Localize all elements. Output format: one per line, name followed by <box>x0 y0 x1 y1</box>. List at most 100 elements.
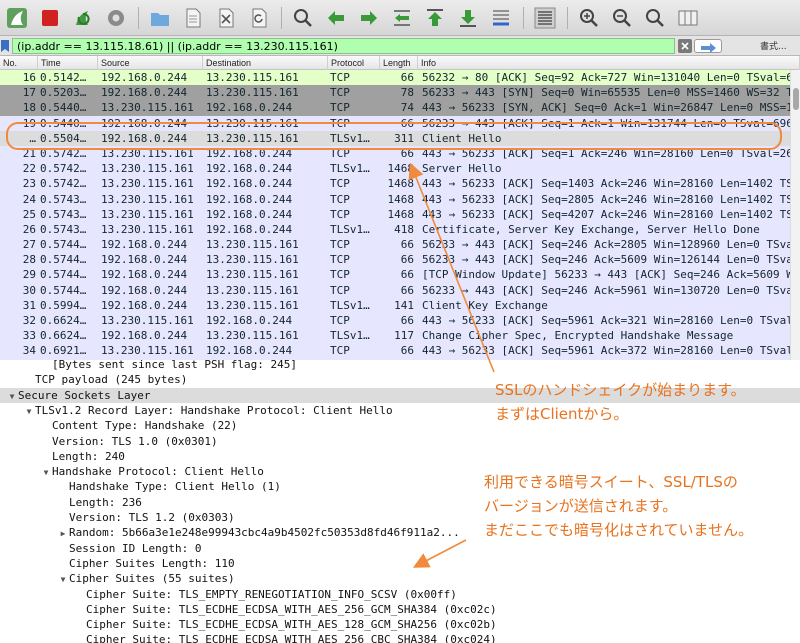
packet-cell-info: 56232 → 80 [ACK] Seq=92 Ack=727 Win=1310… <box>422 71 790 84</box>
packet-cell-info: Server Hello <box>422 162 502 176</box>
detail-line[interactable]: Cipher Suite: TLS_ECDHE_ECDSA_WITH_AES_1… <box>0 617 497 632</box>
detail-line[interactable]: Session ID Length: 0 <box>0 541 201 556</box>
column-header-info[interactable]: Info <box>418 56 800 70</box>
detail-line[interactable]: Cipher Suites Length: 110 <box>0 556 235 571</box>
resize-columns-icon[interactable] <box>675 5 701 31</box>
first-packet-icon[interactable] <box>422 5 448 31</box>
reload-icon[interactable] <box>246 5 272 31</box>
packet-row[interactable]: 27 0.5744… 192.168.0.244 13.230.115.161 TCP 6… <box>0 237 790 253</box>
detail-text: Length: 240 <box>52 449 125 463</box>
packet-row[interactable]: 34 0.6921… 13.230.115.161 192.168.0.244 TCP 6… <box>0 343 790 359</box>
packet-row[interactable]: 30 0.5744… 192.168.0.244 13.230.115.161 TCP 6… <box>0 282 790 298</box>
detail-line[interactable]: Cipher Suite: TLS_ECDHE_ECDSA_WITH_AES_2… <box>0 602 497 617</box>
toolbar-separator <box>523 6 524 29</box>
detail-line[interactable]: Version: TLS 1.0 (0x0301) <box>0 434 218 449</box>
detail-text: Handshake Type: Client Hello (1) <box>69 480 281 494</box>
detail-text: Cipher Suite: TLS_ECDHE_ECDSA_WITH_AES_2… <box>86 633 497 643</box>
go-back-icon[interactable] <box>323 5 349 31</box>
column-header-time[interactable]: Time <box>38 56 98 70</box>
expand-triangle-icon[interactable]: ▼ <box>23 404 35 419</box>
column-header-destination[interactable]: Destination <box>203 56 328 70</box>
detail-line[interactable]: Content Type: Handshake (22) <box>0 418 237 433</box>
stop-icon[interactable] <box>37 5 63 31</box>
packet-cell-src: 192.168.0.244 <box>101 253 188 267</box>
packet-cell-proto: TCP <box>330 253 350 267</box>
expression-button[interactable]: 書式... <box>760 39 787 52</box>
packet-row[interactable]: 17 0.5203… 192.168.0.244 13.230.115.161 TCP 7… <box>0 85 790 101</box>
packet-cell-info: 443 → 56233 [ACK] Seq=2805 Ack=246 Win=2… <box>422 192 790 206</box>
go-forward-icon[interactable] <box>356 5 382 31</box>
packet-row[interactable]: 25 0.5743… 13.230.115.161 192.168.0.244 TCP 1… <box>0 206 790 222</box>
capture-options-icon[interactable] <box>103 5 129 31</box>
packet-list: No. Time Source Destination Protocol Len… <box>0 56 800 360</box>
open-folder-icon[interactable] <box>147 5 173 31</box>
packet-row[interactable]: 31 0.5994… 192.168.0.244 13.230.115.161 TLSv… <box>0 297 790 313</box>
expand-triangle-icon[interactable]: ▼ <box>6 389 18 404</box>
detail-line[interactable]: [Bytes sent since last PSH flag: 245] <box>0 360 297 372</box>
packet-row[interactable]: 29 0.5744… 192.168.0.244 13.230.115.161 TCP 6… <box>0 267 790 283</box>
expand-triangle-icon[interactable]: ▼ <box>40 465 52 480</box>
packet-cell-src: 13.230.115.161 <box>101 314 194 327</box>
packet-row[interactable]: 16 0.5142… 192.168.0.244 13.230.115.161 TCP 6… <box>0 70 790 86</box>
detail-line[interactable]: ▼ TLSv1.2 Record Layer: Handshake Protoco… <box>0 403 393 418</box>
packet-row[interactable]: 32 0.6624… 13.230.115.161 192.168.0.244 TCP 6… <box>0 313 790 329</box>
detail-text: Cipher Suite: TLS_ECDHE_ECDSA_WITH_AES_2… <box>86 602 497 616</box>
last-packet-icon[interactable] <box>455 5 481 31</box>
open-file-icon[interactable] <box>180 5 206 31</box>
detail-line[interactable]: Version: TLS 1.2 (0x0303) <box>0 510 235 525</box>
detail-line[interactable]: TCP payload (245 bytes) <box>0 372 187 387</box>
scrollbar-thumb[interactable] <box>793 88 799 110</box>
restart-icon[interactable] <box>70 5 96 31</box>
zoom-out-icon[interactable] <box>609 5 635 31</box>
detail-text: Length: 236 <box>69 495 142 509</box>
expand-triangle-icon[interactable]: ▶ <box>57 526 69 541</box>
detail-line[interactable]: ▼ Handshake Protocol: Client Hello <box>0 464 264 479</box>
expand-triangle-icon[interactable]: ▼ <box>57 572 69 587</box>
packet-row[interactable]: 23 0.5742… 13.230.115.161 192.168.0.244 TCP 1… <box>0 176 790 192</box>
detail-text: Cipher Suites Length: 110 <box>69 556 235 570</box>
packet-cell-src: 192.168.0.244 <box>101 86 188 100</box>
packet-list-scrollbar[interactable] <box>790 70 800 360</box>
packet-row[interactable]: 28 0.5744… 192.168.0.244 13.230.115.161 TCP 6… <box>0 252 790 268</box>
shark-fin-start-icon[interactable] <box>4 5 30 31</box>
column-header-no[interactable]: No. <box>0 56 38 70</box>
packet-row[interactable]: 24 0.5743… 13.230.115.161 192.168.0.244 TCP 1… <box>0 191 790 207</box>
packet-row[interactable]: 33 0.6624… 192.168.0.244 13.230.115.161 TLSv… <box>0 328 790 344</box>
zoom-in-icon[interactable] <box>576 5 602 31</box>
packet-cell-no: 29 <box>22 268 36 282</box>
packet-cell-len: 1468 <box>387 207 415 221</box>
packet-row[interactable]: 18 0.5440… 13.230.115.161 192.168.0.244 TCP 7… <box>0 100 790 116</box>
packet-cell-time: 0.5994… <box>40 298 87 312</box>
detail-line[interactable]: ▶ Random: 5b66a3e1e248e99943cbc4a9b4502fc… <box>0 525 460 540</box>
bookmark-icon[interactable] <box>1 40 9 52</box>
column-header-source[interactable]: Source <box>98 56 203 70</box>
display-filter-input[interactable] <box>12 38 675 54</box>
display-filter-bar: 書式... <box>0 36 800 56</box>
zoom-reset-icon[interactable] <box>642 5 668 31</box>
detail-line[interactable]: Handshake Type: Client Hello (1) <box>0 479 281 494</box>
close-file-icon[interactable] <box>213 5 239 31</box>
detail-line[interactable]: Length: 236 <box>0 495 142 510</box>
column-header-length[interactable]: Length <box>380 56 418 70</box>
packet-cell-time: 0.5142… <box>40 71 87 84</box>
packet-cell-no: 34 <box>22 344 36 358</box>
packet-cell-no: 27 <box>22 238 36 252</box>
packet-cell-proto: TCP <box>330 192 350 206</box>
apply-filter-button[interactable] <box>694 39 722 53</box>
colorize-icon[interactable] <box>532 5 558 31</box>
packet-cell-no: 17 <box>22 86 36 100</box>
column-header-protocol[interactable]: Protocol <box>328 56 380 70</box>
packet-row[interactable]: 22 0.5742… 13.230.115.161 192.168.0.244 TLSv… <box>0 161 790 177</box>
detail-line[interactable]: Cipher Suite: TLS_EMPTY_RENEGOTIATION_IN… <box>0 587 457 602</box>
detail-line[interactable]: Length: 240 <box>0 449 125 464</box>
go-to-packet-icon[interactable] <box>389 5 415 31</box>
annotation-line: まずはClientから。 <box>495 405 629 423</box>
clear-filter-icon[interactable] <box>678 39 692 53</box>
detail-line[interactable]: ▼ Cipher Suites (55 suites) <box>0 571 235 586</box>
packet-cell-src: 192.168.0.244 <box>101 238 188 252</box>
find-icon[interactable] <box>290 5 316 31</box>
packet-cell-proto: TLSv1… <box>330 222 370 236</box>
autoscroll-icon[interactable] <box>488 5 514 31</box>
packet-row[interactable]: 26 0.5743… 13.230.115.161 192.168.0.244 TLSv… <box>0 221 790 238</box>
detail-line[interactable]: Cipher Suite: TLS_ECDHE_ECDSA_WITH_AES_2… <box>0 632 497 643</box>
